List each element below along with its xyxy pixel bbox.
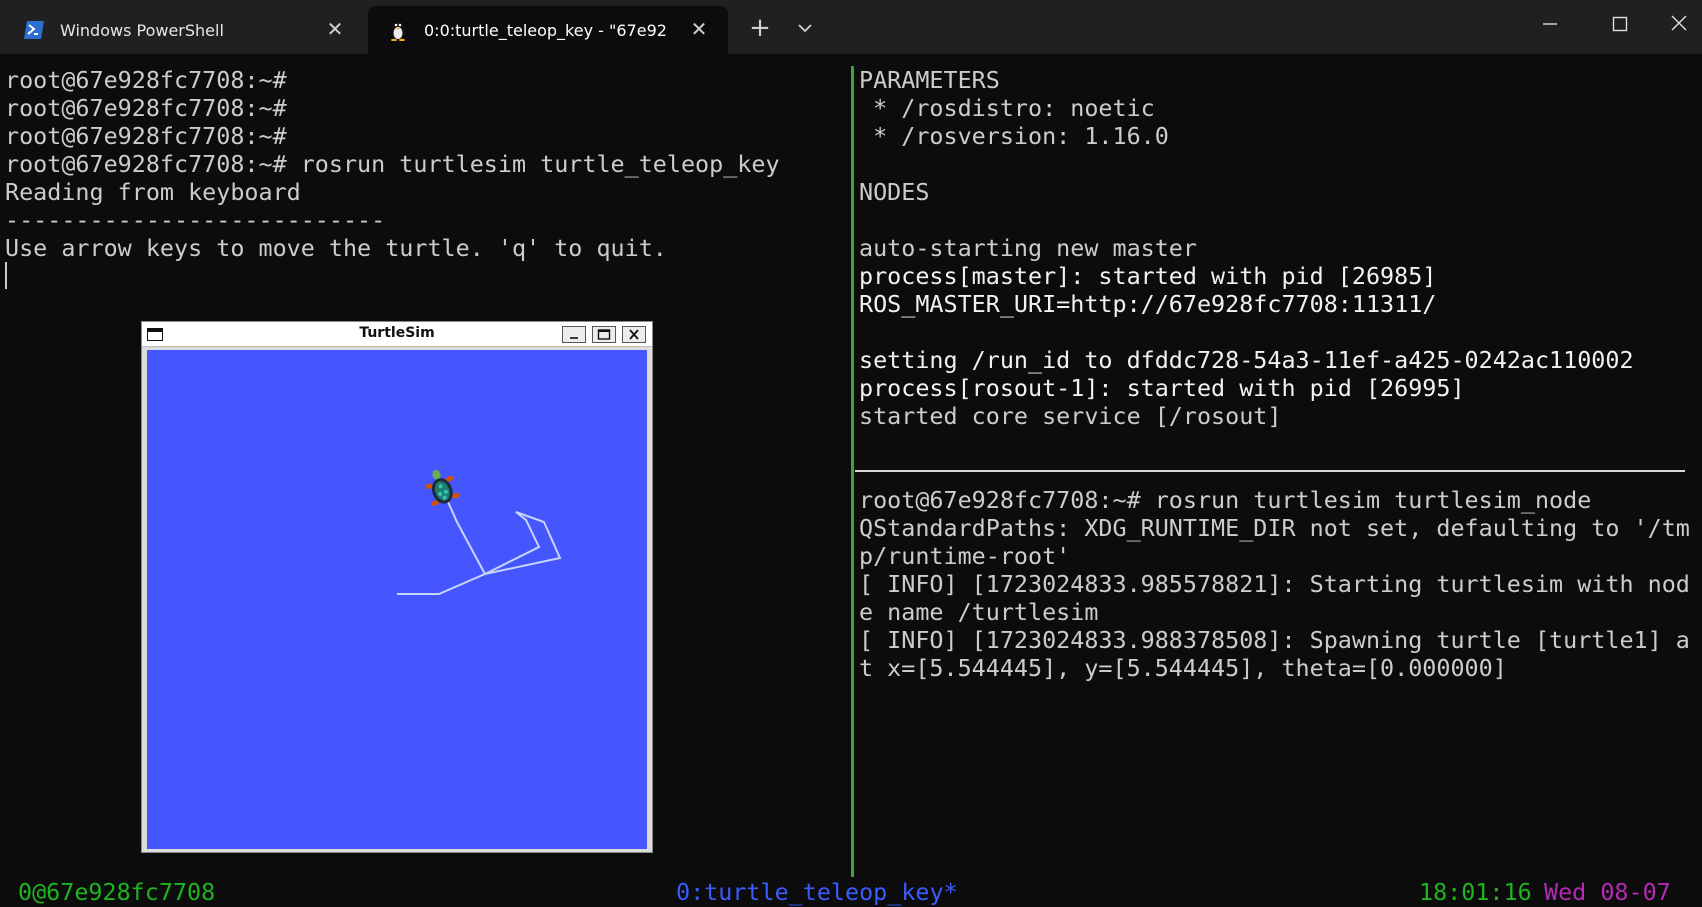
pen-path <box>397 494 562 595</box>
tab-label: 0:0:turtle_teleop_key - "67e92 <box>424 20 667 40</box>
chevron-down-icon[interactable] <box>792 16 818 40</box>
terminal-line: Reading from keyboard <box>5 178 301 206</box>
terminal-line: PARAMETERS <box>859 66 1000 94</box>
close-tab-icon[interactable]: ✕ <box>688 18 710 40</box>
status-time: 18:01:16 <box>1419 878 1532 906</box>
terminal-line: t x=[5.544445], y=[5.544445], theta=[0.0… <box>859 654 1507 682</box>
terminal-line: * /rosversion: 1.16.0 <box>859 122 1169 150</box>
turtle-icon <box>425 470 460 506</box>
terminal-line: root@67e928fc7708:~# rosrun turtlesim tu… <box>859 486 1592 514</box>
terminal-line: [ INFO] [1723024833.988378508]: Spawning… <box>859 626 1690 654</box>
terminal-line: [ INFO] [1723024833.985578821]: Starting… <box>859 570 1690 598</box>
terminal-line: --------------------------- <box>5 206 386 234</box>
terminal-line: root@67e928fc7708:~# <box>5 66 287 94</box>
close-window-icon[interactable] <box>1664 8 1694 38</box>
terminal-line: QStandardPaths: XDG_RUNTIME_DIR not set,… <box>859 514 1690 542</box>
terminal-line: root@67e928fc7708:~# <box>5 94 287 122</box>
turtlesim-window[interactable]: TurtleSim <box>141 321 653 853</box>
minimize-icon[interactable] <box>562 326 586 343</box>
terminal-line: auto-starting new master <box>859 234 1197 262</box>
terminal-line: process[rosout-1]: started with pid [269… <box>859 374 1465 402</box>
maximize-icon[interactable] <box>592 326 616 343</box>
powershell-icon <box>22 18 46 42</box>
tab-windows-powershell[interactable]: Windows PowerShell ✕ <box>4 6 364 54</box>
turtle-path <box>397 470 562 595</box>
title-bar: Windows PowerShell ✕ 0:0:turtle_teleop_k… <box>0 0 1702 54</box>
text-cursor <box>5 262 7 289</box>
tab-turtle-teleop-key[interactable]: 0:0:turtle_teleop_key - "67e92 ✕ <box>368 6 728 54</box>
linux-penguin-icon <box>386 18 410 42</box>
close-tab-icon[interactable]: ✕ <box>324 18 346 40</box>
status-date: Wed 08-07 <box>1544 878 1671 906</box>
close-icon[interactable] <box>622 326 646 343</box>
turtlesim-titlebar[interactable]: TurtleSim <box>142 322 652 347</box>
terminal-line: setting /run_id to dfddc728-54a3-11ef-a4… <box>859 346 1634 374</box>
terminal-line: process[master]: started with pid [26985… <box>859 262 1437 290</box>
status-window-name[interactable]: 0:turtle_teleop_key* <box>676 878 958 906</box>
terminal-line: root@67e928fc7708:~# <box>5 122 287 150</box>
terminal-line: NODES <box>859 178 930 206</box>
tab-label: Windows PowerShell <box>60 20 224 40</box>
pane-divider-vertical[interactable] <box>851 66 854 877</box>
terminal-line: Use arrow keys to move the turtle. 'q' t… <box>5 234 667 262</box>
terminal-line: e name /turtlesim <box>859 598 1099 626</box>
terminal-line: started core service [/rosout] <box>859 402 1282 430</box>
terminal-line: * /rosdistro: noetic <box>859 94 1155 122</box>
status-session: 0@67e928fc7708 <box>18 878 216 906</box>
terminal-line: root@67e928fc7708:~# rosrun turtlesim tu… <box>5 150 780 178</box>
terminal-line: ROS_MASTER_URI=http://67e928fc7708:11311… <box>859 290 1437 318</box>
minimize-icon[interactable] <box>1536 10 1564 38</box>
new-tab-button[interactable]: + <box>746 14 774 42</box>
maximize-icon[interactable] <box>1606 10 1634 38</box>
terminal-line: p/runtime-root' <box>859 542 1071 570</box>
pane-divider-horizontal[interactable] <box>855 470 1685 472</box>
turtlesim-canvas <box>147 350 647 849</box>
